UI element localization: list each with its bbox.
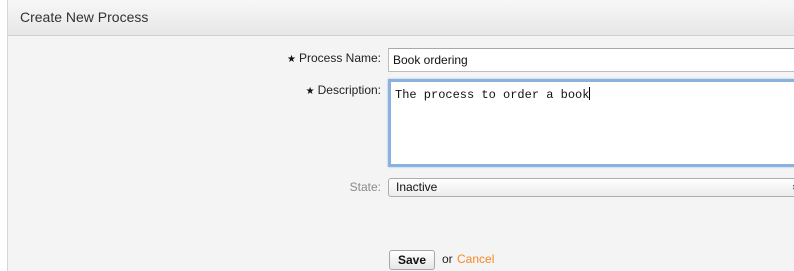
description-text: The process to order a book <box>395 88 590 102</box>
description-textarea[interactable]: The process to order a book <box>388 79 794 167</box>
description-label: ★ Description: <box>306 83 381 97</box>
create-process-panel: Create New Process ★ Process Name: Book o… <box>7 0 794 271</box>
panel-title: Create New Process <box>20 9 149 25</box>
required-star-icon: ★ <box>287 54 296 65</box>
cancel-link[interactable]: Cancel <box>457 252 494 266</box>
process-name-label-text: Process Name: <box>298 51 381 65</box>
or-text: or <box>442 252 453 266</box>
required-star-icon: ★ <box>305 86 315 97</box>
process-name-input[interactable]: Book ordering <box>388 48 794 72</box>
state-select[interactable]: Inactive ⬍ <box>388 178 794 197</box>
state-selected-value: Inactive <box>396 180 438 194</box>
process-name-label: ★ Process Name: <box>287 51 381 65</box>
text-cursor <box>589 87 591 100</box>
save-button[interactable]: Save <box>389 250 435 270</box>
panel-header: Create New Process <box>8 0 794 36</box>
description-label-text: Description: <box>317 83 381 97</box>
state-label: State: <box>349 180 381 194</box>
